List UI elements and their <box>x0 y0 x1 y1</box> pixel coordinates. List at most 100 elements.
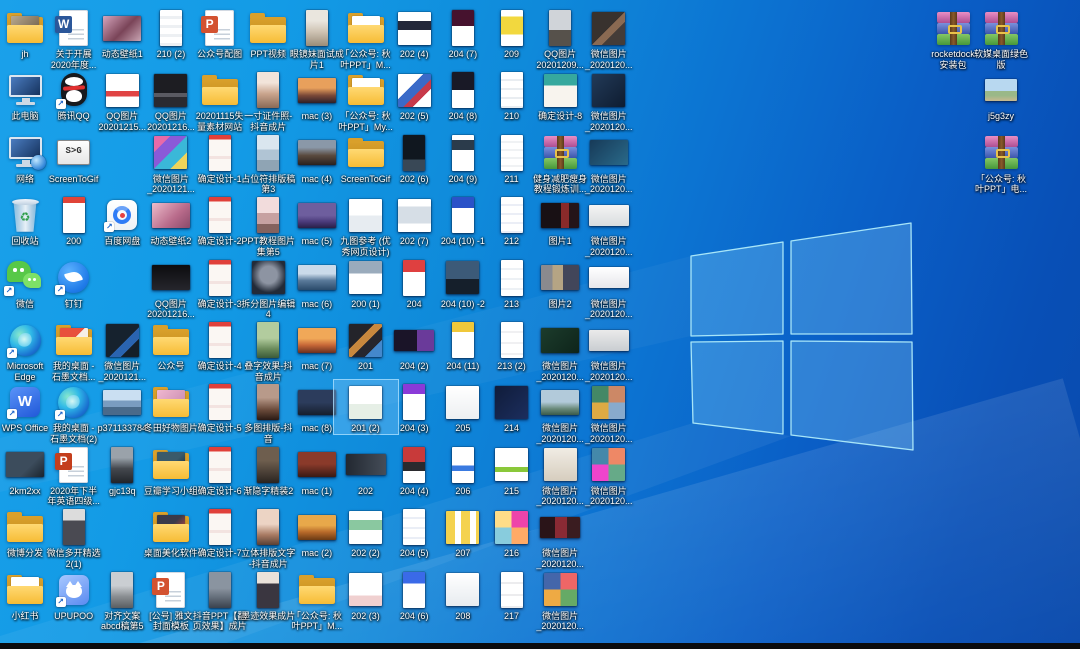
icon-label: 213 (2) <box>497 361 526 372</box>
icon-label: 小红书 <box>11 611 38 622</box>
icon-label-line: 网络 <box>15 173 34 184</box>
photo-thumbnail-icon <box>208 259 231 296</box>
icon-label-line: 215 <box>503 485 520 496</box>
icon-label: 207 <box>455 548 470 559</box>
desktop-icon[interactable]: 微信多开精选 2(1) <box>41 504 107 570</box>
photo-thumbnail-icon <box>500 571 523 608</box>
desktop-icon[interactable]: S>G ScreenToGif <box>41 130 107 186</box>
icon-label-line: 213 (2) <box>497 361 526 371</box>
shortcut-arrow-icon: ↗ <box>55 285 66 296</box>
desktop-icon[interactable]: 微信图片 _2020120... <box>527 504 593 570</box>
icon-label-line: 204 (2) <box>399 361 429 371</box>
desktop-icon[interactable]: 微信图片 _2020120... <box>576 255 642 321</box>
photo-thumbnail-icon <box>6 452 44 478</box>
desktop-icon[interactable]: j5g3zy <box>968 67 1034 123</box>
desktop-icon[interactable]: 「公众号: 秋叶PPT」电... <box>968 130 1034 196</box>
photo-thumbnail-icon <box>588 329 629 351</box>
photo-thumbnail-icon <box>500 10 523 46</box>
icon-label-line: 216 <box>503 548 520 559</box>
icon-label-line: mac (7) <box>301 361 333 371</box>
icon-label: 动态壁纸2 <box>150 236 191 247</box>
icon-label-line: 202 (4) <box>399 49 429 59</box>
icon-label-line: 微信图片 <box>590 423 627 434</box>
icon-label-line: 「公众号: 秋 <box>975 173 1026 184</box>
photo-thumbnail-icon <box>500 197 523 234</box>
photo-thumbnail-icon <box>349 573 383 607</box>
folder-icon <box>152 512 190 543</box>
photo-thumbnail-icon <box>495 510 528 544</box>
icon-label: UPUPOO <box>54 611 93 622</box>
icon-label: 205 <box>455 423 470 434</box>
winrar-archive-icon <box>984 11 1018 45</box>
desktop-icon[interactable]: 微信图片 _2020120... <box>576 379 642 445</box>
desktop-icon[interactable]: 微信图片 _2020120... <box>576 317 642 383</box>
photo-thumbnail-icon <box>208 134 231 171</box>
icon-label: 图片2 <box>549 299 572 310</box>
icon-label: gjc13q <box>109 486 136 497</box>
icon-label: 202 <box>358 486 373 497</box>
taskbar[interactable] <box>0 643 1080 649</box>
icon-label: mac (7) <box>302 361 333 372</box>
desktop-icon[interactable]: 微信图片 _2020120... <box>576 192 642 258</box>
photo-thumbnail-icon <box>543 448 577 482</box>
desktop-icon[interactable]: 微信图片 _2020120... <box>527 567 593 633</box>
photo-thumbnail-icon <box>403 384 426 421</box>
photo-thumbnail-icon <box>257 197 280 234</box>
icon-label: 204 <box>407 299 422 310</box>
icon-label: 201 <box>358 361 373 372</box>
photo-thumbnail-icon <box>495 385 528 419</box>
icon-label-line: 叶PPT」电... <box>974 184 1027 195</box>
icon-label-line: 200 <box>66 236 82 247</box>
icon-label-line: 202 (2) <box>351 548 380 559</box>
icon-label: mac (3) <box>302 111 333 122</box>
word-document-icon: W <box>55 10 89 46</box>
icon-label-line: mac (1) <box>301 485 333 496</box>
icon-label: 微信 <box>16 299 34 310</box>
desktop-icon[interactable]: 微信图片 _2020120... <box>576 67 642 133</box>
photo-thumbnail-icon <box>251 261 285 295</box>
photo-thumbnail-icon <box>403 134 426 171</box>
icon-label-line: 200 (1) <box>351 298 380 309</box>
photo-thumbnail-icon <box>451 322 474 358</box>
icon-thumbnail-area <box>969 133 1033 173</box>
icon-label-line: 204 (11) <box>446 361 480 371</box>
icon-label: mac (1) <box>302 486 333 497</box>
icon-label-line: 210 (2) <box>156 49 186 59</box>
photo-thumbnail-icon <box>500 259 523 296</box>
dingtalk-icon: ↗ <box>55 262 90 296</box>
desktop-icon[interactable]: ↗ 钉钉 <box>41 255 107 311</box>
desktop-icon[interactable]: 微信图片 _2020120... <box>576 130 642 196</box>
photo-thumbnail-icon <box>305 10 328 46</box>
desktop-icon[interactable]: 软媒桌面绿色版 <box>968 5 1034 71</box>
icon-label: 微博分发 <box>7 548 43 559</box>
photo-thumbnail-icon <box>257 134 280 171</box>
photo-thumbnail-icon <box>297 265 336 291</box>
icon-label: ScreenToGif <box>49 174 99 185</box>
icon-label: j5g3zy <box>988 111 1014 122</box>
icon-label: mac (8) <box>302 423 333 434</box>
icon-label-line: 207 <box>455 548 471 559</box>
baidu-netdisk-icon: ↗ <box>104 200 138 233</box>
photo-thumbnail-icon <box>549 10 572 46</box>
icon-thumbnail-area <box>577 195 641 235</box>
desktop-icon[interactable]: 微信图片 _2020120... <box>576 5 642 71</box>
photo-thumbnail-icon <box>111 446 134 483</box>
tencent-qq-icon: ↗ <box>55 73 89 110</box>
icon-label-line: 217 <box>503 610 520 621</box>
icon-label-line: 此电脑 <box>11 111 39 122</box>
desktop-icon[interactable]: 微信图片 _2020120... <box>576 442 642 508</box>
shortcut-arrow-icon: ↗ <box>7 409 17 420</box>
icon-thumbnail-area <box>577 320 641 360</box>
photo-thumbnail-icon <box>208 446 231 483</box>
folder-icon <box>298 574 336 605</box>
icon-thumbnail-area <box>528 507 592 547</box>
photo-thumbnail-icon <box>985 79 1017 102</box>
icon-thumbnail-area <box>969 70 1033 110</box>
icon-label-line: Microsoft <box>6 361 44 371</box>
icon-label: 200 <box>66 236 81 247</box>
icon-label: 210 (2) <box>157 49 186 60</box>
icon-label: 204 (9) <box>449 174 478 185</box>
icon-label-line: 205 <box>455 423 471 434</box>
icon-label: 200 (1) <box>351 299 380 310</box>
photo-thumbnail-icon <box>451 72 474 109</box>
